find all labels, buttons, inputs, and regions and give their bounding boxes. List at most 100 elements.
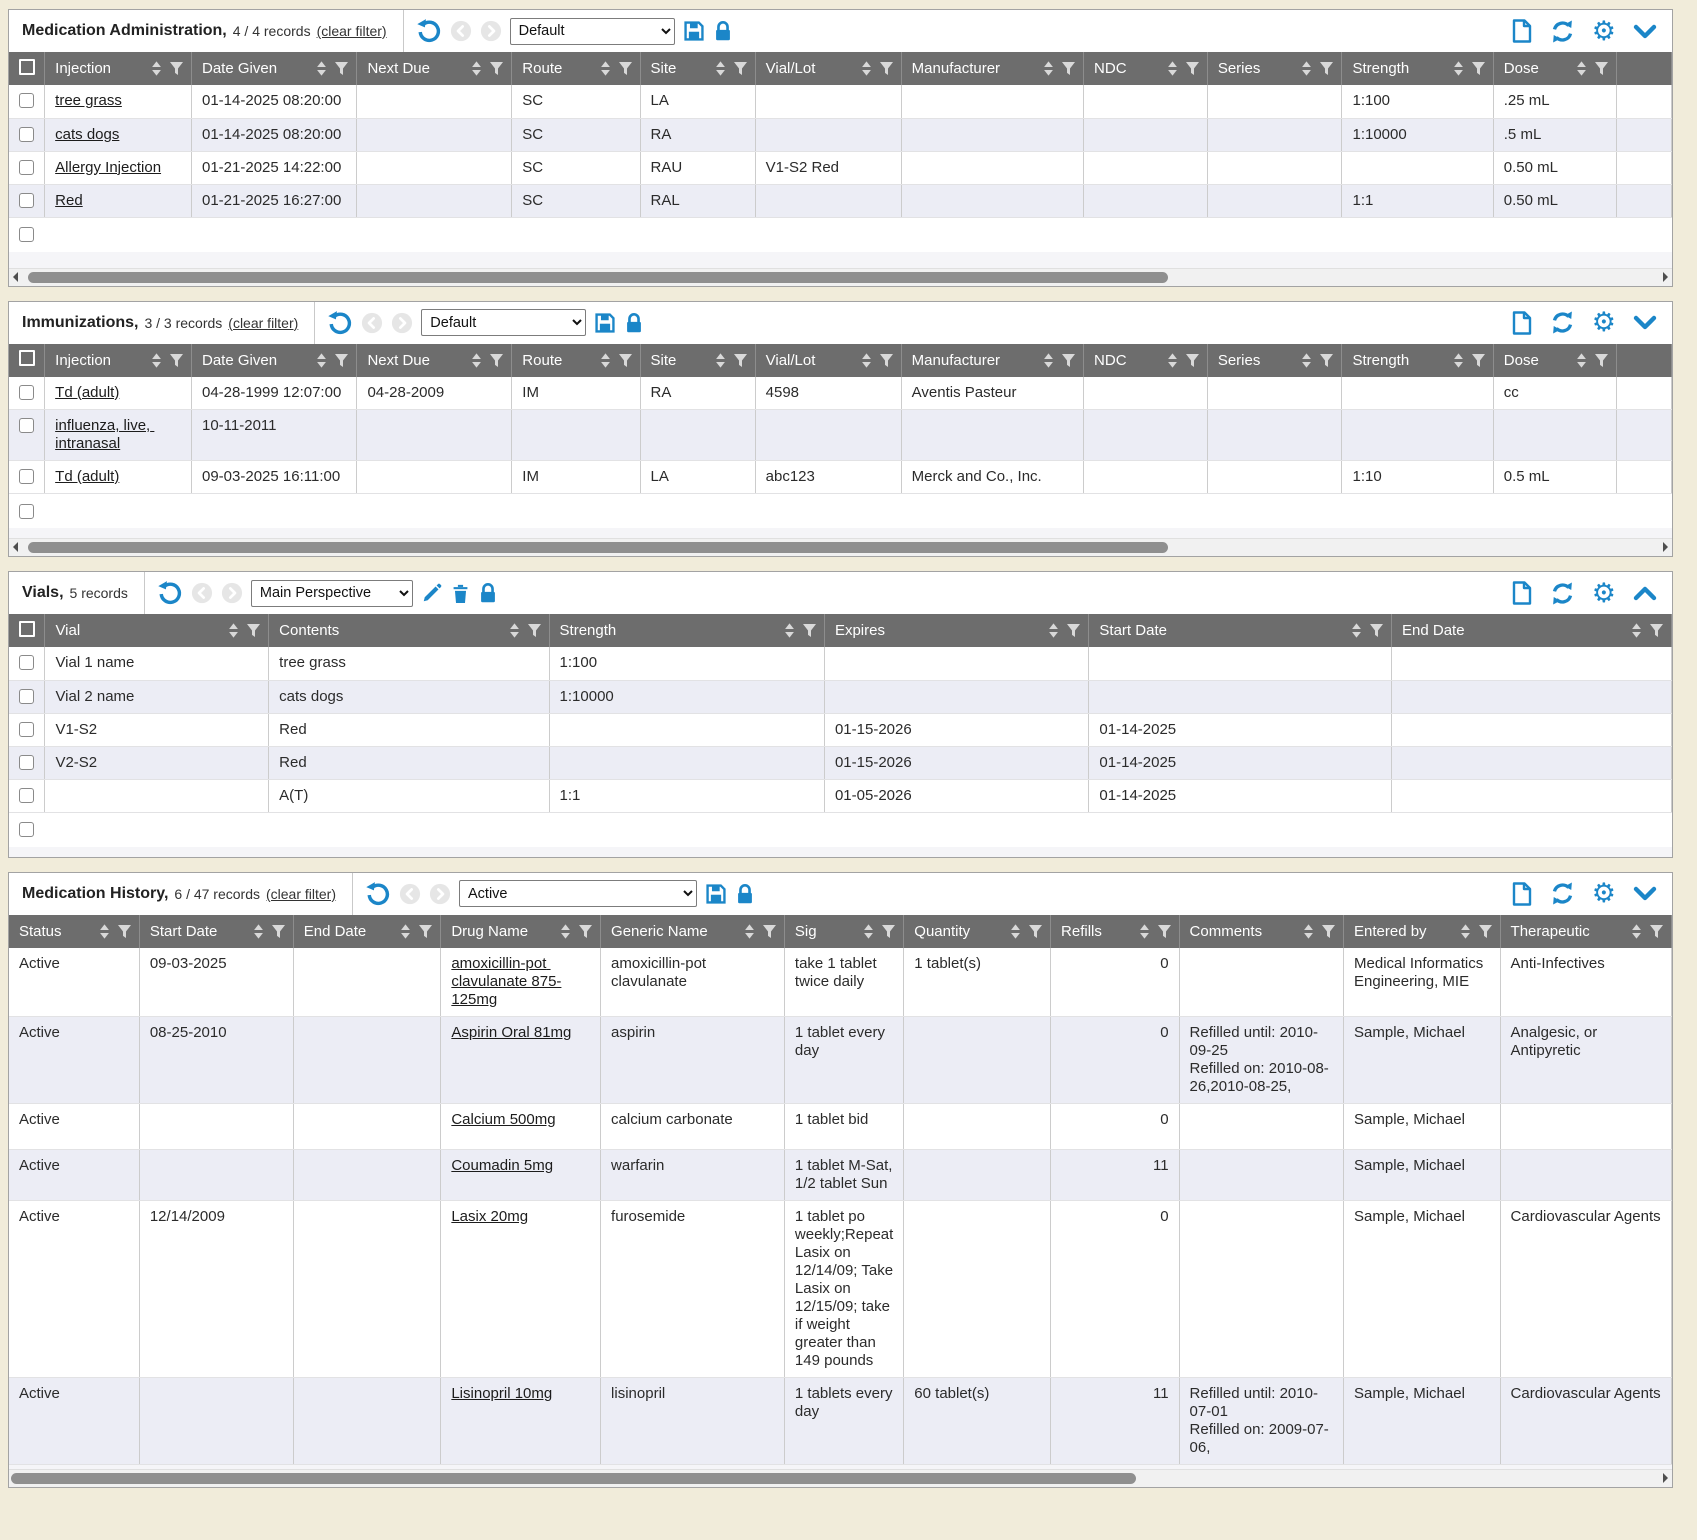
sort-icon[interactable] bbox=[151, 60, 162, 77]
row-checkbox[interactable] bbox=[19, 655, 34, 670]
undo-button[interactable] bbox=[365, 881, 391, 907]
save-button[interactable] bbox=[705, 883, 727, 905]
filter-icon[interactable] bbox=[1061, 61, 1076, 76]
prev-button[interactable] bbox=[450, 20, 472, 42]
next-button[interactable] bbox=[429, 883, 451, 905]
sort-icon[interactable] bbox=[600, 352, 611, 369]
row-checkbox[interactable] bbox=[19, 822, 34, 837]
settings-button[interactable]: ⚙ bbox=[1592, 18, 1616, 45]
filter-icon[interactable] bbox=[527, 623, 542, 638]
scrollbar-thumb[interactable] bbox=[28, 272, 1168, 283]
filter-icon[interactable] bbox=[733, 353, 748, 368]
row-checkbox[interactable] bbox=[19, 93, 34, 108]
lock-button[interactable] bbox=[478, 582, 498, 604]
sort-icon[interactable] bbox=[253, 923, 264, 940]
row-checkbox[interactable] bbox=[19, 160, 34, 175]
filter-icon[interactable] bbox=[117, 924, 132, 939]
record-link[interactable]: amoxicillin-pot clavulanate 875-125mg bbox=[451, 955, 561, 1008]
collapse-button[interactable] bbox=[1633, 314, 1657, 331]
scrollbar-thumb[interactable] bbox=[28, 542, 1168, 553]
filter-icon[interactable] bbox=[489, 61, 504, 76]
filter-icon[interactable] bbox=[1321, 924, 1336, 939]
lock-button[interactable] bbox=[713, 20, 733, 42]
lock-button[interactable] bbox=[735, 883, 755, 905]
scroll-right-button[interactable] bbox=[1663, 272, 1668, 282]
settings-button[interactable]: ⚙ bbox=[1592, 309, 1616, 336]
new-document-button[interactable] bbox=[1511, 882, 1533, 906]
sort-icon[interactable] bbox=[560, 923, 571, 940]
filter-icon[interactable] bbox=[271, 924, 286, 939]
sort-icon[interactable] bbox=[1043, 352, 1054, 369]
sort-icon[interactable] bbox=[1167, 352, 1178, 369]
clear-filter-link[interactable]: (clear filter) bbox=[266, 886, 336, 902]
record-link[interactable]: Coumadin 5mg bbox=[451, 1157, 553, 1174]
sort-icon[interactable] bbox=[1631, 923, 1642, 940]
sort-icon[interactable] bbox=[600, 60, 611, 77]
sort-icon[interactable] bbox=[1139, 923, 1150, 940]
sort-icon[interactable] bbox=[1048, 622, 1059, 639]
sort-icon[interactable] bbox=[1301, 352, 1312, 369]
filter-icon[interactable] bbox=[762, 924, 777, 939]
filter-icon[interactable] bbox=[733, 61, 748, 76]
next-button[interactable] bbox=[221, 582, 243, 604]
refresh-button[interactable] bbox=[1550, 19, 1575, 44]
undo-button[interactable] bbox=[157, 580, 183, 606]
sort-icon[interactable] bbox=[1453, 352, 1464, 369]
perspective-select[interactable]: Active bbox=[459, 880, 697, 907]
sort-icon[interactable] bbox=[1351, 622, 1362, 639]
record-link[interactable]: Aspirin Oral 81mg bbox=[451, 1024, 571, 1041]
filter-icon[interactable] bbox=[618, 61, 633, 76]
sort-icon[interactable] bbox=[1043, 60, 1054, 77]
horizontal-scrollbar[interactable] bbox=[9, 268, 1672, 286]
settings-button[interactable]: ⚙ bbox=[1592, 580, 1616, 607]
prev-button[interactable] bbox=[191, 582, 213, 604]
filter-icon[interactable] bbox=[802, 623, 817, 638]
sort-icon[interactable] bbox=[1576, 352, 1587, 369]
sort-icon[interactable] bbox=[316, 60, 327, 77]
refresh-button[interactable] bbox=[1550, 310, 1575, 335]
sort-icon[interactable] bbox=[715, 60, 726, 77]
filter-icon[interactable] bbox=[1066, 623, 1081, 638]
sort-icon[interactable] bbox=[1167, 60, 1178, 77]
clear-filter-link[interactable]: (clear filter) bbox=[228, 315, 298, 331]
sort-icon[interactable] bbox=[151, 352, 162, 369]
undo-button[interactable] bbox=[327, 310, 353, 336]
filter-icon[interactable] bbox=[879, 61, 894, 76]
perspective-select[interactable]: Default bbox=[510, 18, 675, 45]
sort-icon[interactable] bbox=[471, 60, 482, 77]
record-link[interactable]: Td (adult) bbox=[55, 384, 119, 401]
record-link[interactable]: Red bbox=[55, 192, 83, 209]
sort-icon[interactable] bbox=[1576, 60, 1587, 77]
row-checkbox[interactable] bbox=[19, 227, 34, 242]
collapse-button[interactable] bbox=[1633, 23, 1657, 40]
sort-icon[interactable] bbox=[861, 60, 872, 77]
filter-icon[interactable] bbox=[1594, 61, 1609, 76]
row-checkbox[interactable] bbox=[19, 755, 34, 770]
row-checkbox[interactable] bbox=[19, 127, 34, 142]
row-checkbox[interactable] bbox=[19, 689, 34, 704]
clear-filter-link[interactable]: (clear filter) bbox=[317, 23, 387, 39]
filter-icon[interactable] bbox=[1478, 924, 1493, 939]
filter-icon[interactable] bbox=[1185, 353, 1200, 368]
filter-icon[interactable] bbox=[1157, 924, 1172, 939]
filter-icon[interactable] bbox=[1471, 61, 1486, 76]
row-checkbox[interactable] bbox=[19, 418, 34, 433]
perspective-select[interactable]: Default bbox=[421, 309, 586, 336]
record-link[interactable]: tree grass bbox=[55, 92, 122, 109]
settings-button[interactable]: ⚙ bbox=[1592, 880, 1616, 907]
filter-icon[interactable] bbox=[334, 353, 349, 368]
row-checkbox[interactable] bbox=[19, 788, 34, 803]
sort-icon[interactable] bbox=[99, 923, 110, 940]
sort-icon[interactable] bbox=[715, 352, 726, 369]
sort-icon[interactable] bbox=[744, 923, 755, 940]
sort-icon[interactable] bbox=[471, 352, 482, 369]
select-all-checkbox[interactable] bbox=[19, 350, 35, 366]
filter-icon[interactable] bbox=[1319, 353, 1334, 368]
sort-icon[interactable] bbox=[1303, 923, 1314, 940]
filter-icon[interactable] bbox=[881, 924, 896, 939]
scroll-right-button[interactable] bbox=[1663, 542, 1668, 552]
edit-button[interactable] bbox=[421, 582, 443, 604]
filter-icon[interactable] bbox=[418, 924, 433, 939]
row-checkbox[interactable] bbox=[19, 193, 34, 208]
sort-icon[interactable] bbox=[1010, 923, 1021, 940]
